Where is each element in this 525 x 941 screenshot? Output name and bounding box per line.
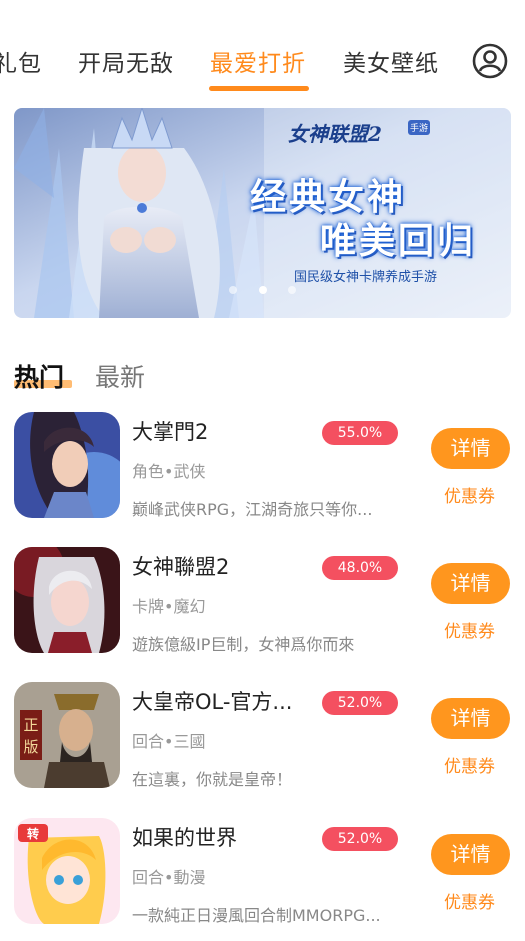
discount-badge: 48.0% — [322, 556, 398, 580]
anime-girl-avatar-icon[interactable]: 转 — [14, 818, 120, 924]
banner-pagination — [14, 279, 511, 298]
discount-badge: 52.0% — [322, 691, 398, 715]
wuxia-hero-avatar-icon[interactable] — [14, 412, 120, 518]
banner-game-title: 女神联盟2 — [288, 122, 382, 146]
tab-wallpaper[interactable]: 美女壁纸 — [343, 44, 439, 78]
discount-badge: 55.0% — [322, 421, 398, 445]
svg-text:版: 版 — [23, 738, 38, 756]
detail-button[interactable]: 详情 — [431, 563, 510, 604]
subtab-hot[interactable]: 热门 — [14, 358, 64, 394]
coupon-link[interactable]: 优惠券 — [444, 888, 495, 913]
list-item[interactable]: 大掌門2 55.0% 角色•武侠 巅峰武侠RPG，江湖奇旅只等你... 详情 优… — [0, 412, 525, 532]
pagination-dot[interactable] — [229, 286, 238, 294]
goddess-avatar-icon[interactable] — [14, 547, 120, 653]
detail-button[interactable]: 详情 — [431, 698, 510, 739]
game-description: 巅峰武侠RPG，江湖奇旅只等你... — [132, 500, 373, 519]
list-item[interactable]: 女神聯盟2 48.0% 卡牌•魔幻 遊族億級IP巨制，女神爲你而來 详情 优惠券 — [0, 547, 525, 667]
user-profile-icon[interactable] — [472, 43, 508, 79]
coupon-link[interactable]: 优惠券 — [444, 482, 495, 507]
top-tab-bar: 礼包 开局无敌 最爱打折 美女壁纸 — [0, 0, 525, 100]
emperor-avatar-icon[interactable]: 正 版 — [14, 682, 120, 788]
game-name: 如果的世界 — [132, 826, 237, 850]
pagination-dot-active[interactable] — [258, 286, 267, 294]
game-name: 大皇帝OL-官方... — [132, 690, 293, 714]
tab-invincible-start[interactable]: 开局无敌 — [78, 44, 174, 78]
game-description: 在這裏，你就是皇帝！ — [132, 770, 293, 789]
game-category: 回合•動漫 — [132, 868, 206, 887]
coupon-link[interactable]: 优惠券 — [444, 617, 495, 642]
promo-banner[interactable]: 女神联盟2 手游 经典女神 唯美回归 国民级女神卡牌养成手游 — [14, 108, 511, 318]
game-description: 一款純正日漫風回合制MMORPG... — [132, 906, 381, 925]
game-category: 卡牌•魔幻 — [132, 597, 206, 616]
list-item[interactable]: 正 版 大皇帝OL-官方... 52.0% 回合•三國 在這裏，你就是皇帝！ 详… — [0, 682, 525, 802]
detail-button[interactable]: 详情 — [431, 428, 510, 469]
game-category: 回合•三國 — [132, 732, 206, 751]
banner-slogan-2: 唯美回归 — [320, 221, 477, 262]
subtab-new[interactable]: 最新 — [95, 358, 145, 394]
coupon-link[interactable]: 优惠券 — [444, 752, 495, 777]
tab-gift[interactable]: 礼包 — [0, 44, 42, 78]
list-item[interactable]: 转 如果的世界 52.0% 回合•動漫 一款純正日漫風回合制MMORPG... … — [0, 818, 525, 938]
pagination-dot[interactable] — [287, 286, 296, 294]
game-category: 角色•武侠 — [132, 462, 206, 481]
svg-text:正: 正 — [23, 716, 38, 734]
tab-favorite-discount[interactable]: 最爱打折 — [210, 44, 306, 78]
discount-badge: 52.0% — [322, 827, 398, 851]
detail-button[interactable]: 详情 — [431, 834, 510, 875]
banner-title-tag: 手游 — [408, 120, 431, 135]
game-name: 女神聯盟2 — [132, 555, 230, 579]
active-tab-indicator — [209, 86, 309, 91]
game-name: 大掌門2 — [132, 420, 209, 444]
game-description: 遊族億級IP巨制，女神爲你而來 — [132, 635, 355, 654]
svg-text:转: 转 — [27, 826, 39, 841]
